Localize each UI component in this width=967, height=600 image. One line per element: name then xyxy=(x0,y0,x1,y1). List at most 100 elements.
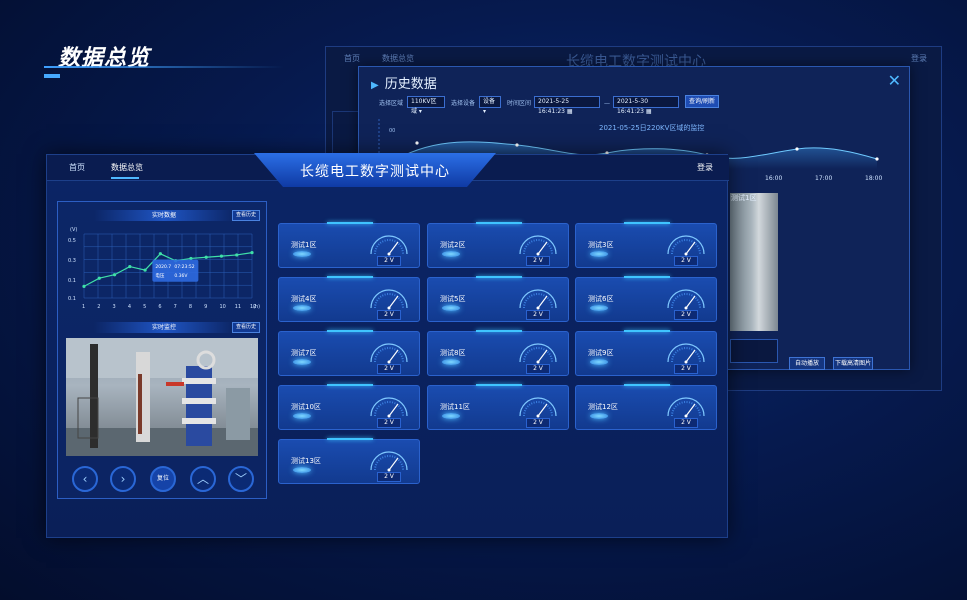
date-dash: — xyxy=(604,100,610,107)
card-label: 测试9区 xyxy=(588,349,614,357)
x-tick-label: 10 xyxy=(219,304,225,310)
card-glow xyxy=(624,276,670,278)
test-zone-card[interactable]: 测试13区 2 V xyxy=(278,438,420,484)
down-button[interactable]: ﹀ xyxy=(228,466,254,492)
x-tick-label: 6 xyxy=(158,304,161,310)
platform-icon xyxy=(293,413,311,419)
card-value: 2 V xyxy=(674,364,698,374)
close-icon[interactable]: ✕ xyxy=(888,71,901,90)
view-history-button[interactable]: 查看历史 xyxy=(232,210,260,221)
nav-active-indicator xyxy=(111,177,139,179)
card-label: 测试11区 xyxy=(440,403,470,411)
card-label: 测试1区 xyxy=(291,241,317,249)
y-tick-label: 0.1 xyxy=(68,296,76,302)
y-axis-label: (V) xyxy=(70,227,77,233)
test-zone-card[interactable]: 测试2区 2 V xyxy=(427,222,569,268)
play-icon: ▶ xyxy=(371,80,379,91)
card-label: 测试4区 xyxy=(291,295,317,303)
card-glow xyxy=(624,330,670,332)
x-tick-label: 5 xyxy=(143,304,146,310)
history-photo-thumb[interactable] xyxy=(730,339,778,363)
test-zone-card[interactable]: 测试10区 2 V xyxy=(278,384,420,430)
test-zone-card[interactable]: 测试12区 2 V xyxy=(575,384,717,430)
auto-play-button[interactable]: 自动播放 xyxy=(789,357,825,370)
test-zone-card[interactable]: 测试6区 2 V xyxy=(575,276,717,322)
card-glow xyxy=(476,384,522,386)
time-label: 时间区间 xyxy=(507,100,532,107)
up-button[interactable]: ︿ xyxy=(190,466,216,492)
platform-icon xyxy=(442,251,460,257)
chevron-up-icon: ︿ xyxy=(196,472,209,486)
gauge-icon xyxy=(667,289,705,310)
card-glow xyxy=(327,330,373,332)
test-zone-card[interactable]: 测试4区 2 V xyxy=(278,276,420,322)
card-label: 测试10区 xyxy=(291,403,321,411)
heading-mark xyxy=(44,74,60,78)
data-point xyxy=(235,253,239,257)
card-value: 2 V xyxy=(674,256,698,266)
data-point xyxy=(128,264,132,269)
data-point xyxy=(112,273,117,277)
query-button[interactable]: 查询/刷新 xyxy=(685,95,719,108)
login-link[interactable]: 登录 xyxy=(697,162,713,173)
next-button[interactable]: › xyxy=(110,466,136,492)
history-y-tick: 00 xyxy=(389,128,396,134)
test-zone-card[interactable]: 测试7区 2 V xyxy=(278,330,420,376)
device-select[interactable]: 设备 ▾ xyxy=(479,96,501,115)
card-label: 测试8区 xyxy=(440,349,466,357)
test-zone-card[interactable]: 测试8区 2 V xyxy=(427,330,569,376)
y-tick-label: 0.5 xyxy=(68,238,76,244)
nav-home[interactable]: 首页 xyxy=(69,162,85,173)
device-value: 设备 xyxy=(483,98,496,105)
card-glow xyxy=(624,384,670,386)
x-tick-label: 1 xyxy=(82,304,85,310)
region-select[interactable]: 110KV区域 ▾ xyxy=(407,96,445,115)
card-value: 2 V xyxy=(377,256,401,266)
end-date-input[interactable]: 2021-5-30 16:41:23 ▦ xyxy=(613,96,679,115)
tooltip-value: 0.36V xyxy=(174,273,188,279)
card-label: 测试12区 xyxy=(588,403,618,411)
card-value: 2 V xyxy=(377,364,401,374)
test-zone-card[interactable]: 测试3区 2 V xyxy=(575,222,717,268)
test-zone-card[interactable]: 测试1区 2 V xyxy=(278,222,420,268)
region-label: 选择区域 xyxy=(379,100,404,107)
card-label: 测试5区 xyxy=(440,295,466,303)
monitor-photo xyxy=(66,338,258,456)
x-tick-label: 3 xyxy=(113,304,116,310)
card-value: 2 V xyxy=(526,310,550,320)
x-tick-label: 8 xyxy=(189,304,192,310)
heading-line xyxy=(44,66,284,68)
monitor-photo-scene xyxy=(66,338,258,456)
card-label: 测试3区 xyxy=(588,241,614,249)
back-nav-overview[interactable]: 数据总览 xyxy=(382,53,414,64)
test-zone-card[interactable]: 测试5区 2 V xyxy=(427,276,569,322)
chevron-down-icon: ﹀ xyxy=(234,472,247,486)
prev-button[interactable]: ‹ xyxy=(72,466,98,492)
test-zone-card[interactable]: 测试9区 2 V xyxy=(575,330,717,376)
start-date-input[interactable]: 2021-5-25 16:41:23 ▦ xyxy=(534,96,600,115)
card-value: 2 V xyxy=(526,256,550,266)
history-x-tick-3: 18:00 xyxy=(865,175,883,182)
platform-icon xyxy=(442,305,460,311)
card-glow xyxy=(476,276,522,278)
view-history-button-2[interactable]: 查看历史 xyxy=(232,322,260,333)
data-point xyxy=(97,276,101,280)
test-zone-card[interactable]: 测试11区 2 V xyxy=(427,384,569,430)
download-button[interactable]: 下载高清图片 xyxy=(833,357,873,370)
back-login[interactable]: 登录 xyxy=(911,53,927,64)
x-tick-label: 11 xyxy=(235,304,241,310)
history-photo xyxy=(730,193,778,331)
app-title: 长缆电工数字测试中心 xyxy=(300,164,450,180)
platform-icon xyxy=(590,413,608,419)
platform-icon xyxy=(590,305,608,311)
device-label: 选择设备 xyxy=(451,100,476,107)
tooltip-time-label: 2020.7 xyxy=(155,264,171,270)
platform-icon xyxy=(293,359,311,365)
left-panel: 实时数据 查看历史 (V) (h) 0.5 0.3 0.1 0.1 1 2 3 4 5 6 7 8 9 10 1… xyxy=(57,201,267,499)
reset-button[interactable]: 复位 xyxy=(150,466,176,492)
back-nav-home[interactable]: 首页 xyxy=(344,53,360,64)
x-tick-label: 4 xyxy=(128,304,131,310)
card-glow xyxy=(476,222,522,224)
nav-overview[interactable]: 数据总览 xyxy=(111,162,143,173)
card-glow xyxy=(327,438,373,440)
